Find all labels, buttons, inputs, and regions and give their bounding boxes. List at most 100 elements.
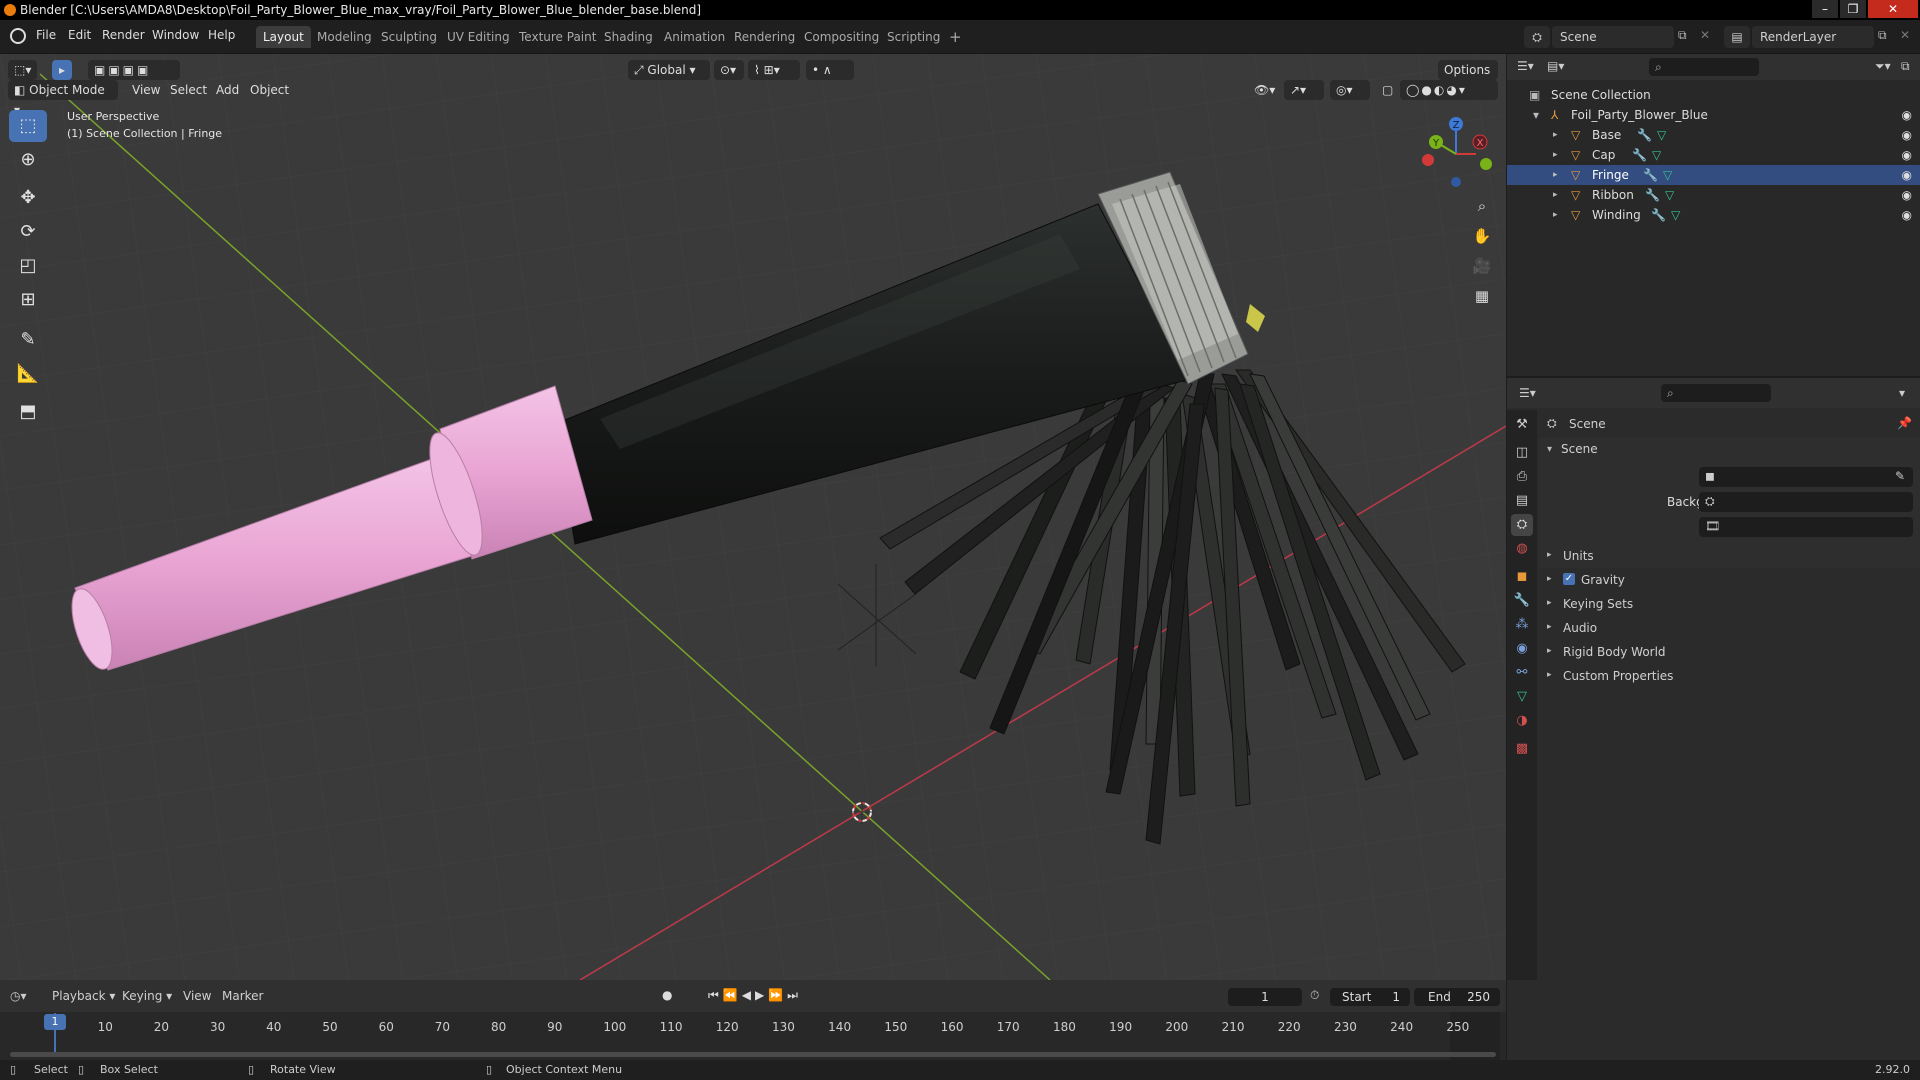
delete-scene-icon[interactable]: ✕ (1700, 28, 1710, 42)
view-layer-tab-icon[interactable]: ▤ (1511, 490, 1533, 512)
rotate-tool-icon[interactable]: ⟳ (9, 216, 47, 248)
audio-panel[interactable]: ▸ Audio (1539, 618, 1920, 640)
visibility-eye-icon[interactable]: ◉ (1902, 125, 1912, 145)
scene-browse-icon[interactable]: ⛭ (1524, 26, 1550, 48)
tab-scripting[interactable]: Scripting (880, 26, 947, 48)
view-layer-name-field[interactable]: RenderLayer (1752, 26, 1874, 48)
rigid-body-world-panel[interactable]: ▸ Rigid Body World (1539, 642, 1920, 664)
outliner[interactable]: ☰▾ ▤▾ ⌕ ⏷▾ ⧉ ▣ Scene Collection ▾ ⅄ Foil… (1507, 54, 1920, 376)
gravity-panel[interactable]: ▸ ✓ Gravity (1539, 570, 1920, 592)
measure-tool-icon[interactable]: 📐 (9, 358, 47, 390)
transform-tool-icon[interactable]: ⊞ (9, 284, 47, 316)
data-tab-icon[interactable]: ▽ (1511, 686, 1533, 708)
outliner-row-scene-collection[interactable]: ▣ Scene Collection (1507, 85, 1920, 105)
tab-compositing[interactable]: Compositing (797, 26, 886, 48)
mesh-data-icon[interactable]: ▽ (1663, 165, 1672, 185)
cursor-tool-icon[interactable]: ⊕ (9, 144, 47, 176)
visibility-eye-icon[interactable]: ◉ (1902, 185, 1912, 205)
maximize-button[interactable]: ❐ (1840, 0, 1866, 18)
modifier-wrench-icon[interactable]: 🔧 (1645, 185, 1660, 205)
custom-properties-panel[interactable]: ▸ Custom Properties (1539, 666, 1920, 688)
texture-tab-icon[interactable]: ▩ (1511, 738, 1533, 760)
viewport-scene[interactable] (0, 54, 1506, 980)
menu-edit[interactable]: Edit (68, 28, 91, 42)
overlay-toggle-icon[interactable]: ◎▾ (1330, 80, 1370, 100)
panel-collapse-icon[interactable]: ▾ (1547, 444, 1552, 455)
display-mode-icon[interactable]: ▤▾ (1547, 59, 1564, 73)
render-tab-icon[interactable]: ◫ (1511, 442, 1533, 464)
menu-object[interactable]: Object (244, 80, 295, 100)
active-clip-field[interactable]: 🎞 (1699, 517, 1913, 537)
outliner-row-winding[interactable]: ▸ ▽ Winding 🔧 ▽ ◉ (1507, 205, 1920, 225)
properties-editor[interactable]: ☰▾ ⌕ ▾ ⚒ ◫ ⎙ ▤ ⛭ ◍ ◼ 🔧 ⁂ ◉ ⚯ ▽ ◑ ▩ ⛭ Sce… (1507, 378, 1920, 1060)
minimize-button[interactable]: – (1812, 0, 1838, 18)
units-panel[interactable]: ▸ Units (1539, 546, 1920, 568)
outliner-row-collection[interactable]: ▾ ⅄ Foil_Party_Blower_Blue ◉ (1507, 105, 1920, 125)
keying-sets-panel[interactable]: ▸ Keying Sets (1539, 594, 1920, 616)
particles-tab-icon[interactable]: ⁂ (1511, 614, 1533, 636)
menu-add[interactable]: Add (210, 80, 245, 100)
outliner-row-cap[interactable]: ▸ ▽ Cap 🔧 ▽ ◉ (1507, 145, 1920, 165)
tab-modeling[interactable]: Modeling (310, 26, 379, 48)
outliner-row-ribbon[interactable]: ▸ ▽ Ribbon 🔧 ▽ ◉ (1507, 185, 1920, 205)
modifier-tab-icon[interactable]: 🔧 (1511, 590, 1533, 612)
modifier-wrench-icon[interactable]: 🔧 (1632, 145, 1647, 165)
filter-icon[interactable]: ⏷▾ (1875, 59, 1891, 74)
expand-arrow-icon[interactable]: ▾ (1533, 105, 1539, 125)
object-tab-icon[interactable]: ◼ (1511, 566, 1533, 588)
timeline[interactable]: ◷▾ Playback ▾ Keying ▾ View Marker ● ⏮⏪◀… (0, 980, 1506, 1060)
output-tab-icon[interactable]: ⎙ (1511, 466, 1533, 488)
expand-arrow-icon[interactable]: ▸ (1553, 125, 1558, 145)
tab-rendering[interactable]: Rendering (727, 26, 802, 48)
playhead-frame-badge[interactable]: 1 (44, 1014, 66, 1030)
properties-search-input[interactable]: ⌕ (1661, 384, 1771, 402)
mesh-data-icon[interactable]: ▽ (1671, 205, 1680, 225)
visibility-icon[interactable]: 👁▾ (1248, 80, 1281, 100)
mesh-data-icon[interactable]: ▽ (1657, 125, 1666, 145)
annotate-tool-icon[interactable]: ✎ (9, 324, 47, 356)
physics-tab-icon[interactable]: ◉ (1511, 638, 1533, 660)
modifier-wrench-icon[interactable]: 🔧 (1651, 205, 1666, 225)
new-collection-icon[interactable]: ⧉ (1901, 59, 1910, 74)
menu-file[interactable]: File (36, 28, 56, 42)
tab-uv-editing[interactable]: UV Editing (440, 26, 517, 48)
menu-render[interactable]: Render (102, 28, 145, 42)
tool-tab-icon[interactable]: ⚒ (1511, 414, 1533, 436)
selection-mode-icons[interactable]: ▣▣▣▣ (88, 60, 180, 80)
zoom-icon[interactable]: ⌕ (1468, 192, 1496, 220)
world-tab-icon[interactable]: ◍ (1511, 538, 1533, 560)
snap-icon[interactable]: ⌇ ⊞▾ (748, 60, 800, 80)
menu-view[interactable]: View (126, 80, 166, 100)
eyedropper-icon[interactable]: ✎ (1895, 469, 1905, 483)
constraints-tab-icon[interactable]: ⚯ (1511, 662, 1533, 684)
pivot-point-icon[interactable]: ⊙▾ (714, 60, 744, 80)
timeline-scrollbar[interactable] (10, 1052, 1496, 1057)
scale-tool-icon[interactable]: ◰ (9, 250, 47, 282)
tab-animation[interactable]: Animation (657, 26, 732, 48)
expand-arrow-icon[interactable]: ▸ (1553, 165, 1558, 185)
blender-menu-icon[interactable] (10, 28, 26, 44)
object-mode-dropdown[interactable]: ◧ Object Mode ▾ (8, 80, 118, 117)
camera-view-icon[interactable]: 🎥 (1468, 252, 1496, 280)
select-tool-icon[interactable]: ▸ (52, 60, 72, 80)
delete-view-layer-icon[interactable]: ✕ (1900, 28, 1910, 42)
new-view-layer-icon[interactable]: ⧉ (1878, 28, 1887, 43)
pan-hand-icon[interactable]: ✋ (1468, 222, 1496, 250)
mesh-data-icon[interactable]: ▽ (1665, 185, 1674, 205)
tab-shading[interactable]: Shading (597, 26, 660, 48)
outliner-editor-icon[interactable]: ☰▾ (1517, 59, 1534, 73)
transform-orientation-dropdown[interactable]: ⤢ Global ▾ (628, 60, 710, 80)
expand-arrow-icon[interactable]: ▸ (1553, 205, 1558, 225)
add-cube-tool-icon[interactable]: ⬒ (9, 396, 47, 428)
properties-editor-icon[interactable]: ☰▾ (1519, 386, 1536, 400)
proportional-edit-icon[interactable]: • ∧ (806, 60, 854, 80)
move-tool-icon[interactable]: ✥ (9, 182, 47, 214)
select-box-tool-icon[interactable]: ⬚ (9, 110, 47, 142)
expand-arrow-icon[interactable]: ▸ (1553, 185, 1558, 205)
mesh-data-icon[interactable]: ▽ (1652, 145, 1661, 165)
editor-type-icon[interactable]: ⬚▾ (8, 60, 38, 80)
menu-window[interactable]: Window (152, 28, 199, 42)
material-tab-icon[interactable]: ◑ (1511, 710, 1533, 732)
camera-field[interactable]: ◼ ✎ (1699, 467, 1913, 487)
view-layer-browse-icon[interactable]: ▤ (1724, 26, 1750, 48)
